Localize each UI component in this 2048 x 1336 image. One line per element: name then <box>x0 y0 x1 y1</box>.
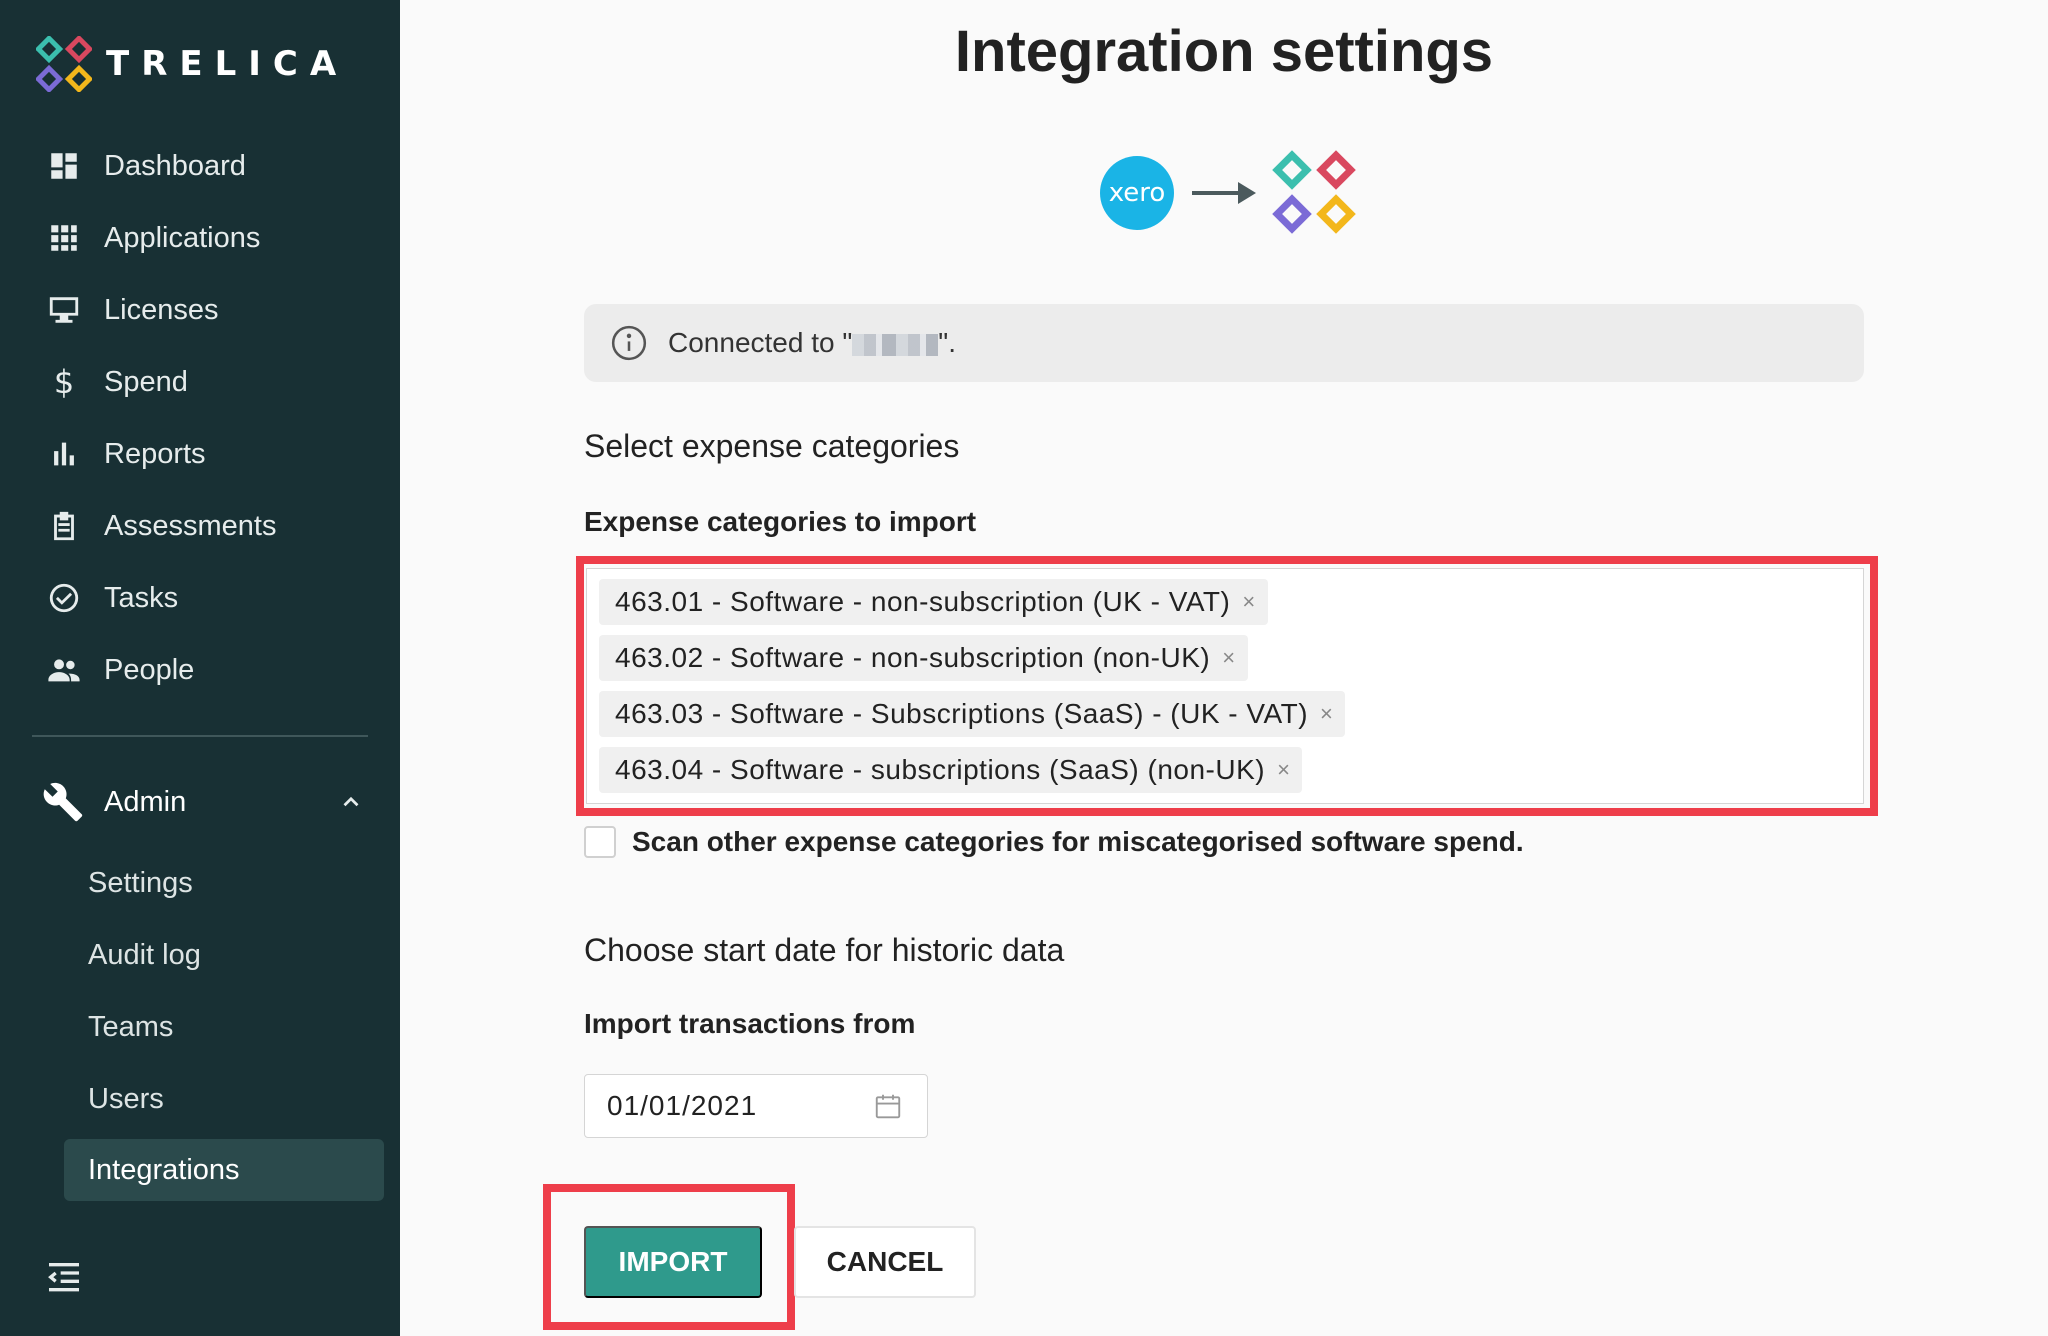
sidebar-subitem-users[interactable]: Users <box>64 1068 384 1130</box>
collapse-menu-icon[interactable] <box>44 1258 84 1298</box>
connection-suffix: ". <box>938 327 957 358</box>
admin-label: Admin <box>104 785 187 818</box>
sidebar-item-label: Tasks <box>104 581 179 614</box>
sidebar-item-assessments[interactable]: Assessments <box>0 496 400 556</box>
sidebar-subitem-teams[interactable]: Teams <box>64 996 384 1058</box>
dollar-icon: $ <box>53 363 75 401</box>
sidebar-subitem-settings[interactable]: Settings <box>64 852 384 914</box>
sidebar: TRELICA Dashboard Applications Licenses … <box>0 0 400 1336</box>
sidebar-item-label: Dashboard <box>104 149 246 182</box>
clipboard-icon <box>44 506 84 546</box>
sidebar-item-label: People <box>104 653 195 686</box>
brand-name: TRELICA <box>106 44 349 84</box>
category-tag: 463.03 - Software - Subscriptions (SaaS)… <box>599 691 1346 737</box>
sidebar-item-label: Spend <box>104 365 188 398</box>
sidebar-item-spend[interactable]: $ Spend <box>0 352 400 412</box>
scan-option: Scan other expense categories for miscat… <box>584 826 1524 858</box>
apps-grid-icon <box>44 218 84 258</box>
scan-checkbox-label[interactable]: Scan other expense categories for miscat… <box>632 826 1524 858</box>
trelica-logo-icon <box>36 36 92 92</box>
tag-label: 463.01 - Software - non-subscription (UK… <box>615 586 1231 617</box>
connection-info-box: Connected to " ". <box>584 304 1864 382</box>
chevron-up-icon[interactable] <box>338 789 364 815</box>
calendar-icon[interactable] <box>873 1091 903 1121</box>
cancel-button[interactable]: CANCEL <box>794 1226 976 1298</box>
tag-label: 463.02 - Software - non-subscription (no… <box>615 642 1211 673</box>
wrench-icon <box>43 782 83 822</box>
trelica-logo-icon <box>1272 150 1356 234</box>
bar-chart-icon <box>44 434 84 474</box>
remove-tag-icon[interactable]: × <box>1320 701 1333 727</box>
sidebar-item-dashboard[interactable]: Dashboard <box>0 136 400 196</box>
sidebar-item-label: Licenses <box>104 293 219 326</box>
sidebar-item-tasks[interactable]: Tasks <box>0 568 400 628</box>
sidebar-item-licenses[interactable]: Licenses <box>0 280 400 340</box>
remove-tag-icon[interactable]: × <box>1222 645 1235 671</box>
sidebar-item-label: Assessments <box>104 509 277 542</box>
connection-status-text: Connected to " ". <box>668 327 956 359</box>
history-field-label: Import transactions from <box>584 1008 916 1039</box>
tag-label: 463.04 - Software - subscriptions (SaaS)… <box>615 754 1266 785</box>
dashboard-icon <box>44 146 84 186</box>
start-date-input[interactable] <box>607 1090 847 1122</box>
page-title: Integration settings <box>954 19 1494 84</box>
remove-tag-icon[interactable]: × <box>1277 757 1290 783</box>
expense-field-label: Expense categories to import <box>584 506 977 537</box>
info-icon <box>611 325 647 361</box>
sidebar-item-admin[interactable]: Admin <box>0 772 400 832</box>
sidebar-item-applications[interactable]: Applications <box>0 208 400 268</box>
arrow-right-icon <box>1192 182 1256 204</box>
scan-checkbox[interactable] <box>584 826 616 858</box>
category-tag: 463.02 - Software - non-subscription (no… <box>599 635 1248 681</box>
sidebar-item-reports[interactable]: Reports <box>0 424 400 484</box>
category-tag: 463.04 - Software - subscriptions (SaaS)… <box>599 747 1303 793</box>
sidebar-subitem-audit-log[interactable]: Audit log <box>64 924 384 986</box>
licenses-icon <box>44 290 84 330</box>
expense-section-title: Select expense categories <box>584 428 960 464</box>
history-section-title: Choose start date for historic data <box>584 932 1065 968</box>
sidebar-subitem-integrations[interactable]: Integrations <box>64 1139 384 1201</box>
check-circle-icon <box>44 578 84 618</box>
sidebar-divider <box>32 735 368 737</box>
connection-prefix: Connected to " <box>668 327 853 358</box>
sidebar-item-label: Applications <box>104 221 261 254</box>
integration-flow: xero <box>1100 150 1360 234</box>
start-date-field[interactable] <box>584 1074 928 1138</box>
main-content: Integration settings xero Connected to "… <box>400 0 2048 1336</box>
redacted-org-name <box>852 333 939 356</box>
tag-label: 463.03 - Software - Subscriptions (SaaS)… <box>615 698 1309 729</box>
sidebar-item-people[interactable]: People <box>0 640 400 700</box>
brand[interactable]: TRELICA <box>36 36 348 92</box>
people-icon <box>44 650 84 690</box>
xero-logo-icon: xero <box>1100 156 1174 230</box>
expense-categories-multiselect[interactable]: 463.01 - Software - non-subscription (UK… <box>586 568 1864 804</box>
category-tag: 463.01 - Software - non-subscription (UK… <box>599 579 1268 625</box>
import-button[interactable]: IMPORT <box>584 1226 762 1298</box>
sidebar-item-label: Reports <box>104 437 206 470</box>
remove-tag-icon[interactable]: × <box>1242 589 1255 615</box>
